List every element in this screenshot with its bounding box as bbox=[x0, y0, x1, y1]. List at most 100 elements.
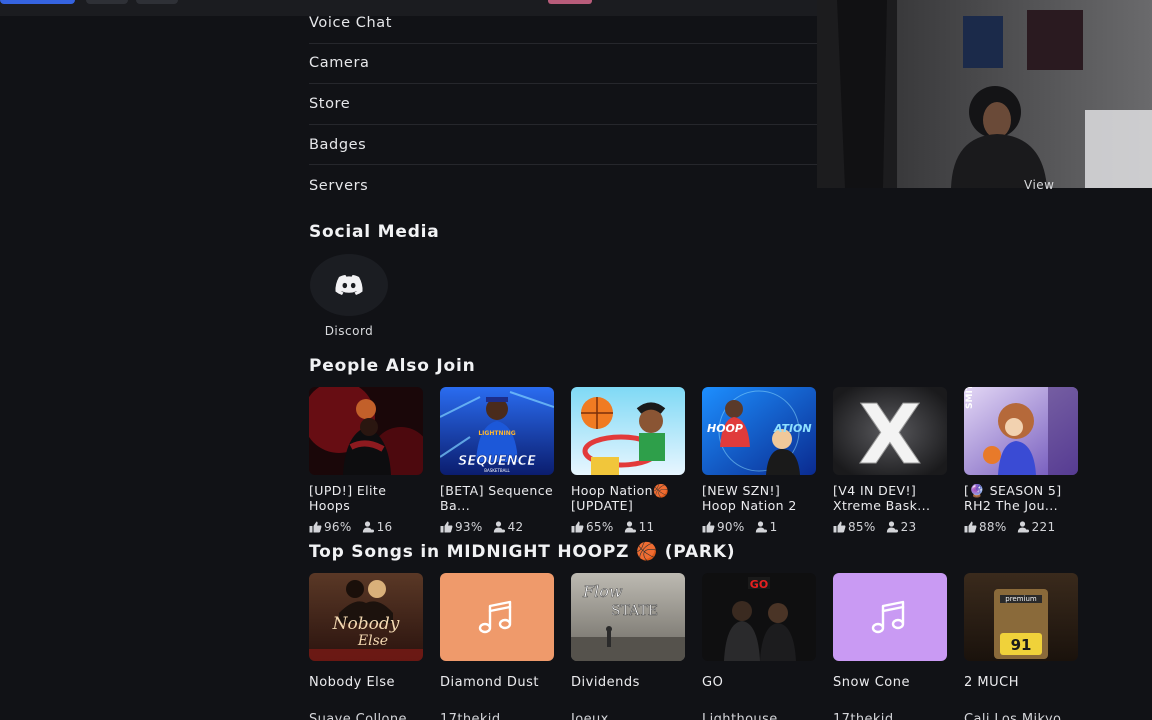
song-artist[interactable]: 17thekid bbox=[440, 712, 554, 720]
top-songs-row: Nobody Else Nobody Else Suave Collone Di… bbox=[309, 573, 1078, 720]
song-card[interactable]: GO GO Lighthouse bbox=[702, 573, 816, 720]
players-icon bbox=[1017, 521, 1029, 533]
ninety-one-cover-text: 91 bbox=[1011, 636, 1032, 654]
primary-action-button[interactable] bbox=[0, 0, 75, 4]
game-stats: 88% 221 bbox=[964, 520, 1078, 534]
game-card[interactable]: SMITH [🔮 SEASON 5] RH2 The Jou... 88% 22… bbox=[964, 387, 1078, 534]
players-icon bbox=[886, 521, 898, 533]
game-card[interactable]: Hoop Nation🏀 [UPDATE] 65% 11 bbox=[571, 387, 685, 534]
song-cover[interactable]: premium 91 bbox=[964, 573, 1078, 661]
game-stats: 90% 1 bbox=[702, 520, 816, 534]
social-media-heading: Social Media bbox=[309, 222, 440, 242]
thumbs-up-icon bbox=[702, 521, 715, 533]
tab-camera[interactable]: Camera bbox=[309, 44, 817, 85]
discord-label: Discord bbox=[324, 324, 374, 338]
song-artist[interactable]: Joeux bbox=[571, 712, 685, 720]
game-rating: 65% bbox=[586, 520, 614, 534]
song-card[interactable]: Flow STATE Dividends Joeux bbox=[571, 573, 685, 720]
sequence-logo-subtext: BASKETBALL bbox=[484, 468, 510, 473]
game-card[interactable]: X [V4 IN DEV!] Xtreme Bask... 85% 23 bbox=[833, 387, 947, 534]
game-player-count: 16 bbox=[376, 520, 393, 534]
game-stats: 93% 42 bbox=[440, 520, 554, 534]
song-cover[interactable] bbox=[833, 573, 947, 661]
game-player-count: 1 bbox=[769, 520, 778, 534]
game-rating: 90% bbox=[717, 520, 745, 534]
game-card[interactable]: HOOP ATION [NEW SZN!] Hoop Nation 2 90% … bbox=[702, 387, 816, 534]
game-thumbnail[interactable]: SMITH bbox=[964, 387, 1078, 475]
song-cover[interactable] bbox=[440, 573, 554, 661]
game-rating: 85% bbox=[848, 520, 876, 534]
game-title: [🔮 SEASON 5] RH2 The Jou... bbox=[964, 484, 1062, 513]
thumbs-up-icon bbox=[833, 521, 846, 533]
more-button[interactable] bbox=[136, 0, 178, 4]
song-card[interactable]: premium 91 2 MUCH Cali Los Mikyo bbox=[964, 573, 1078, 720]
song-title: Nobody Else bbox=[309, 675, 396, 690]
svg-text:LIGHTNING: LIGHTNING bbox=[478, 430, 515, 437]
game-title: [UPD!] Elite Hoops bbox=[309, 484, 387, 513]
song-card[interactable]: Snow Cone 17thekid bbox=[833, 573, 947, 720]
song-cover[interactable]: GO bbox=[702, 573, 816, 661]
thumbs-up-icon bbox=[309, 521, 322, 533]
game-stats: 96% 16 bbox=[309, 520, 423, 534]
game-title: Hoop Nation🏀 [UPDATE] bbox=[571, 484, 669, 513]
players-icon bbox=[493, 521, 505, 533]
thumbs-up-icon bbox=[571, 521, 584, 533]
game-thumbnail[interactable] bbox=[309, 387, 423, 475]
tab-badges[interactable]: Badges bbox=[309, 125, 817, 166]
music-note-icon bbox=[478, 600, 512, 634]
game-thumbnail[interactable]: HOOP ATION bbox=[702, 387, 816, 475]
song-cover[interactable]: Nobody Else bbox=[309, 573, 423, 661]
game-title: [NEW SZN!] Hoop Nation 2 bbox=[702, 484, 797, 513]
flow-cover-text: Flow bbox=[582, 582, 623, 601]
section-tab-list: Voice Chat Camera Store Badges Servers bbox=[309, 3, 817, 206]
game-rating: 93% bbox=[455, 520, 483, 534]
recommended-games-row: [UPD!] Elite Hoops 96% 16 LIGHTNING SEQU… bbox=[309, 387, 1078, 534]
song-title: Snow Cone bbox=[833, 675, 910, 690]
song-title: 2 MUCH bbox=[964, 675, 1019, 690]
tab-store[interactable]: Store bbox=[309, 84, 817, 125]
state-cover-text: STATE bbox=[611, 603, 658, 619]
song-cover[interactable]: Flow STATE bbox=[571, 573, 685, 661]
game-player-count: 11 bbox=[638, 520, 655, 534]
discord-button[interactable] bbox=[310, 254, 388, 316]
game-rating: 88% bbox=[979, 520, 1007, 534]
nobody-cover-text: Nobody bbox=[332, 614, 400, 634]
music-note-icon bbox=[871, 600, 905, 634]
players-icon bbox=[624, 521, 636, 533]
x-logo-text: X bbox=[858, 388, 921, 475]
players-icon bbox=[755, 521, 767, 533]
else-cover-text: Else bbox=[357, 633, 388, 649]
people-also-join-heading: People Also Join bbox=[309, 356, 476, 376]
song-card[interactable]: Diamond Dust 17thekid bbox=[440, 573, 554, 720]
thumbs-up-icon bbox=[964, 521, 977, 533]
song-artist[interactable]: Lighthouse bbox=[702, 712, 816, 720]
go-cover-text: GO bbox=[750, 578, 768, 591]
sequence-logo-text: SEQUENCE bbox=[458, 454, 536, 469]
thumbs-up-icon bbox=[440, 521, 453, 533]
song-artist[interactable]: Cali Los Mikyo bbox=[964, 712, 1078, 720]
hoop-logo-text: HOOP bbox=[707, 422, 743, 435]
view-link[interactable]: View bbox=[1024, 178, 1054, 192]
song-title: Diamond Dust bbox=[440, 675, 539, 690]
song-artist[interactable]: 17thekid bbox=[833, 712, 947, 720]
social-link-discord[interactable]: Discord bbox=[309, 254, 389, 338]
tab-servers[interactable]: Servers bbox=[309, 165, 817, 206]
premium-cover-text: premium bbox=[1005, 595, 1037, 603]
secondary-button[interactable] bbox=[86, 0, 128, 4]
nation-logo-text: ATION bbox=[773, 422, 812, 435]
game-thumbnail[interactable]: X bbox=[833, 387, 947, 475]
game-player-count: 221 bbox=[1031, 520, 1056, 534]
game-player-count: 42 bbox=[507, 520, 524, 534]
smith-jersey-text: SMITH bbox=[965, 387, 975, 409]
game-card[interactable]: [UPD!] Elite Hoops 96% 16 bbox=[309, 387, 423, 534]
top-songs-heading: Top Songs in MIDNIGHT HOOPZ 🏀 (PARK) bbox=[309, 542, 736, 562]
game-thumbnail[interactable]: LIGHTNING SEQUENCE BASKETBALL bbox=[440, 387, 554, 475]
song-artist[interactable]: Suave Collone bbox=[309, 712, 423, 720]
webcam-overlay bbox=[817, 0, 1152, 188]
song-title: GO bbox=[702, 675, 724, 690]
game-card[interactable]: LIGHTNING SEQUENCE BASKETBALL [BETA] Seq… bbox=[440, 387, 554, 534]
discord-icon bbox=[335, 275, 363, 295]
game-thumbnail[interactable] bbox=[571, 387, 685, 475]
tab-voice-chat[interactable]: Voice Chat bbox=[309, 3, 817, 44]
song-card[interactable]: Nobody Else Nobody Else Suave Collone bbox=[309, 573, 423, 720]
